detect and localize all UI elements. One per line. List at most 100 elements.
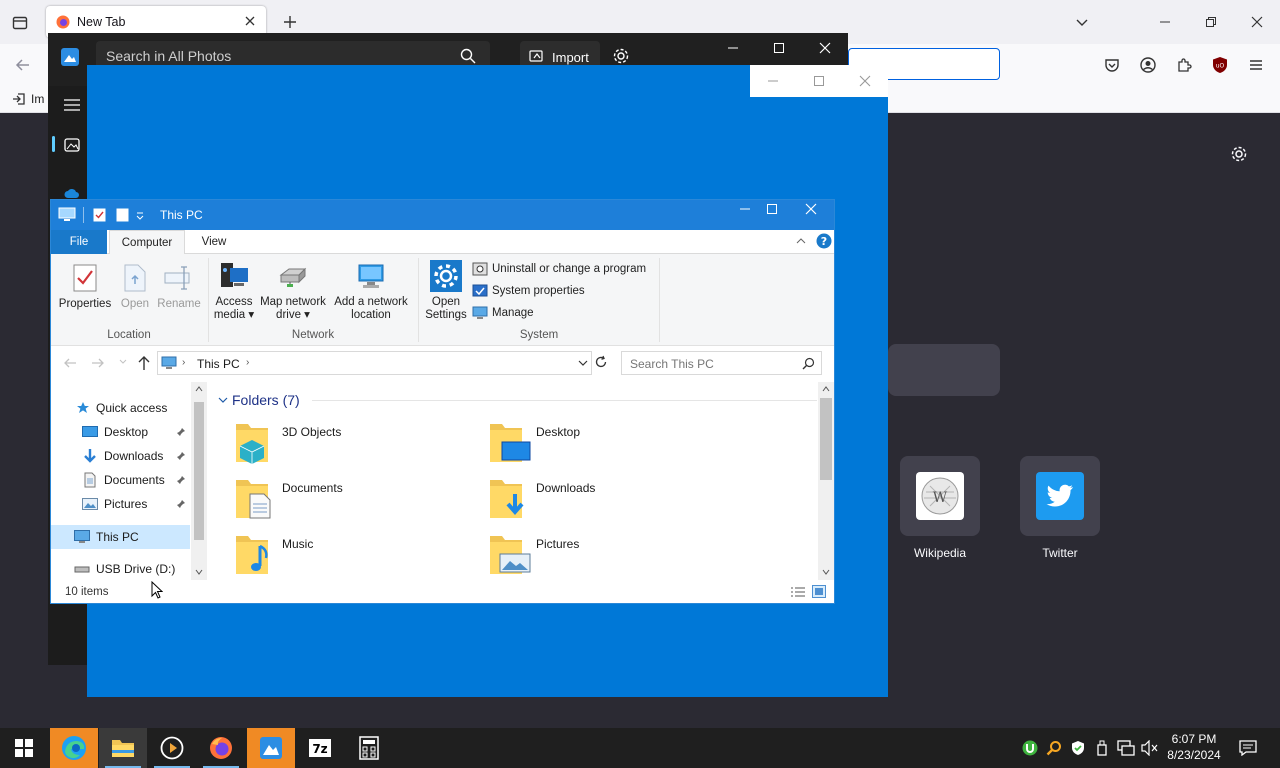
- nav-scrollbar[interactable]: [191, 382, 207, 580]
- collapse-group-chevron-icon[interactable]: [218, 396, 228, 404]
- large-icons-view-icon[interactable]: [812, 585, 826, 598]
- shortcut-tile-twitter[interactable]: [1020, 456, 1100, 536]
- scroll-down-icon[interactable]: [822, 569, 830, 575]
- rename-button[interactable]: Rename: [155, 262, 203, 311]
- manage-button[interactable]: Manage: [472, 304, 534, 322]
- firefox-view-icon[interactable]: [10, 13, 30, 33]
- security-shield-tray-icon[interactable]: [1068, 738, 1088, 758]
- address-history-chevron-icon[interactable]: [578, 360, 588, 367]
- search-magnifier-tray-icon[interactable]: [1044, 738, 1064, 758]
- pocket-icon[interactable]: [1101, 54, 1123, 76]
- properties-qat-icon[interactable]: [93, 208, 106, 222]
- close-icon[interactable]: [788, 194, 834, 224]
- open-settings-button[interactable]: Open Settings: [423, 260, 469, 322]
- newtab-search-box[interactable]: [888, 344, 1000, 396]
- folder-label[interactable]: Pictures: [536, 537, 579, 551]
- extensions-puzzle-icon[interactable]: [1173, 54, 1195, 76]
- nav-item-documents[interactable]: Documents: [82, 469, 165, 491]
- minimize-icon[interactable]: [750, 66, 796, 96]
- settings-gear-icon[interactable]: [612, 47, 630, 65]
- taskbar-media-player[interactable]: [148, 728, 196, 768]
- taskbar-photos[interactable]: [247, 728, 295, 768]
- ublock-shield-icon[interactable]: uO: [1209, 54, 1231, 76]
- taskbar-firefox[interactable]: [197, 728, 245, 768]
- map-network-drive-button[interactable]: Map network drive ▾: [257, 260, 329, 322]
- folder-pictures-icon[interactable]: [488, 530, 532, 578]
- uninstall-program-button[interactable]: Uninstall or change a program: [472, 260, 646, 278]
- close-tab-icon[interactable]: [244, 15, 256, 27]
- folder-label[interactable]: 3D Objects: [282, 425, 341, 439]
- scroll-up-icon[interactable]: [822, 386, 830, 392]
- tab-computer[interactable]: Computer: [109, 230, 185, 254]
- address-box[interactable]: › This PC ›: [157, 351, 592, 375]
- back-arrow-icon[interactable]: [12, 54, 34, 76]
- taskbar-file-explorer[interactable]: [99, 728, 147, 768]
- nav-item-usb-drive[interactable]: USB Drive (D:): [74, 558, 175, 580]
- customize-qat-chevron-icon[interactable]: [136, 212, 144, 220]
- onedrive-icon[interactable]: [64, 187, 80, 199]
- tab-file[interactable]: File: [51, 230, 107, 254]
- scroll-up-icon[interactable]: [195, 386, 203, 392]
- scrollbar-thumb[interactable]: [194, 402, 204, 540]
- tab-list-chevron-icon[interactable]: [1072, 12, 1092, 32]
- maximize-icon[interactable]: [756, 33, 802, 63]
- nav-item-desktop[interactable]: Desktop: [82, 421, 148, 443]
- search-this-pc-input[interactable]: Search This PC: [621, 351, 822, 375]
- breadcrumb-chevron-icon[interactable]: ›: [182, 357, 185, 368]
- menu-hamburger-icon[interactable]: [1245, 54, 1267, 76]
- folder-label[interactable]: Desktop: [536, 425, 580, 439]
- refresh-icon[interactable]: [594, 355, 608, 369]
- taskbar-edge[interactable]: [50, 728, 98, 768]
- network-tray-icon[interactable]: [1116, 738, 1136, 758]
- address-text[interactable]: This PC: [197, 357, 240, 371]
- forward-arrow-icon[interactable]: [91, 356, 105, 370]
- folder-label[interactable]: Music: [282, 537, 313, 551]
- folder-label[interactable]: Documents: [282, 481, 343, 495]
- up-arrow-icon[interactable]: [137, 355, 151, 371]
- taskbar-7zip[interactable]: 7z: [296, 728, 344, 768]
- close-icon[interactable]: [842, 66, 888, 96]
- nav-item-pictures[interactable]: Pictures: [82, 493, 147, 515]
- usb-eject-tray-icon[interactable]: [1092, 738, 1112, 758]
- new-tab-icon[interactable]: [280, 12, 300, 32]
- account-icon[interactable]: [1137, 54, 1159, 76]
- folder-label[interactable]: Downloads: [536, 481, 595, 495]
- folder-desktop-icon[interactable]: [488, 418, 532, 466]
- restore-icon[interactable]: [1199, 12, 1223, 32]
- system-properties-button[interactable]: System properties: [472, 282, 585, 300]
- folder-downloads-icon[interactable]: [488, 474, 528, 522]
- minimize-icon[interactable]: [1153, 12, 1177, 32]
- properties-button[interactable]: Properties: [57, 262, 113, 311]
- gear-icon[interactable]: [1228, 143, 1250, 165]
- search-icon[interactable]: [802, 357, 815, 370]
- folders-group-header[interactable]: Folders (7): [232, 392, 300, 408]
- maximize-icon[interactable]: [796, 66, 842, 96]
- open-button[interactable]: Open: [115, 262, 155, 311]
- folder-music-icon[interactable]: [234, 530, 274, 578]
- breadcrumb-chevron-icon[interactable]: ›: [246, 357, 249, 368]
- folder-documents-icon[interactable]: [234, 474, 274, 522]
- all-photos-icon[interactable]: [64, 137, 80, 153]
- minimize-icon[interactable]: [710, 33, 756, 63]
- new-folder-qat-icon[interactable]: [116, 208, 129, 222]
- shortcut-tile-wikipedia[interactable]: W: [900, 456, 980, 536]
- collapse-ribbon-chevron-icon[interactable]: [796, 237, 806, 245]
- content-scrollbar[interactable]: [818, 382, 834, 580]
- utorrent-tray-icon[interactable]: [1020, 738, 1040, 758]
- taskbar-clock[interactable]: 6:07 PM 8/23/2024: [1158, 731, 1230, 763]
- recent-locations-chevron-icon[interactable]: [119, 359, 127, 365]
- nav-item-quick-access[interactable]: Quick access: [76, 397, 167, 419]
- taskbar-calculator[interactable]: [345, 728, 393, 768]
- scrollbar-thumb[interactable]: [820, 398, 832, 480]
- import-bookmarks-link[interactable]: Im: [31, 92, 44, 106]
- close-icon[interactable]: [802, 33, 848, 63]
- access-media-button[interactable]: Access media ▾: [211, 260, 257, 322]
- nav-item-downloads[interactable]: Downloads: [82, 445, 163, 467]
- add-network-location-button[interactable]: Add a network location: [331, 260, 411, 322]
- folder-3d-objects-icon[interactable]: [234, 418, 270, 466]
- help-icon[interactable]: ?: [816, 233, 832, 249]
- close-icon[interactable]: [1245, 12, 1269, 32]
- search-icon[interactable]: [460, 48, 476, 64]
- nav-item-this-pc[interactable]: This PC: [74, 526, 139, 548]
- hamburger-menu-icon[interactable]: [64, 98, 80, 112]
